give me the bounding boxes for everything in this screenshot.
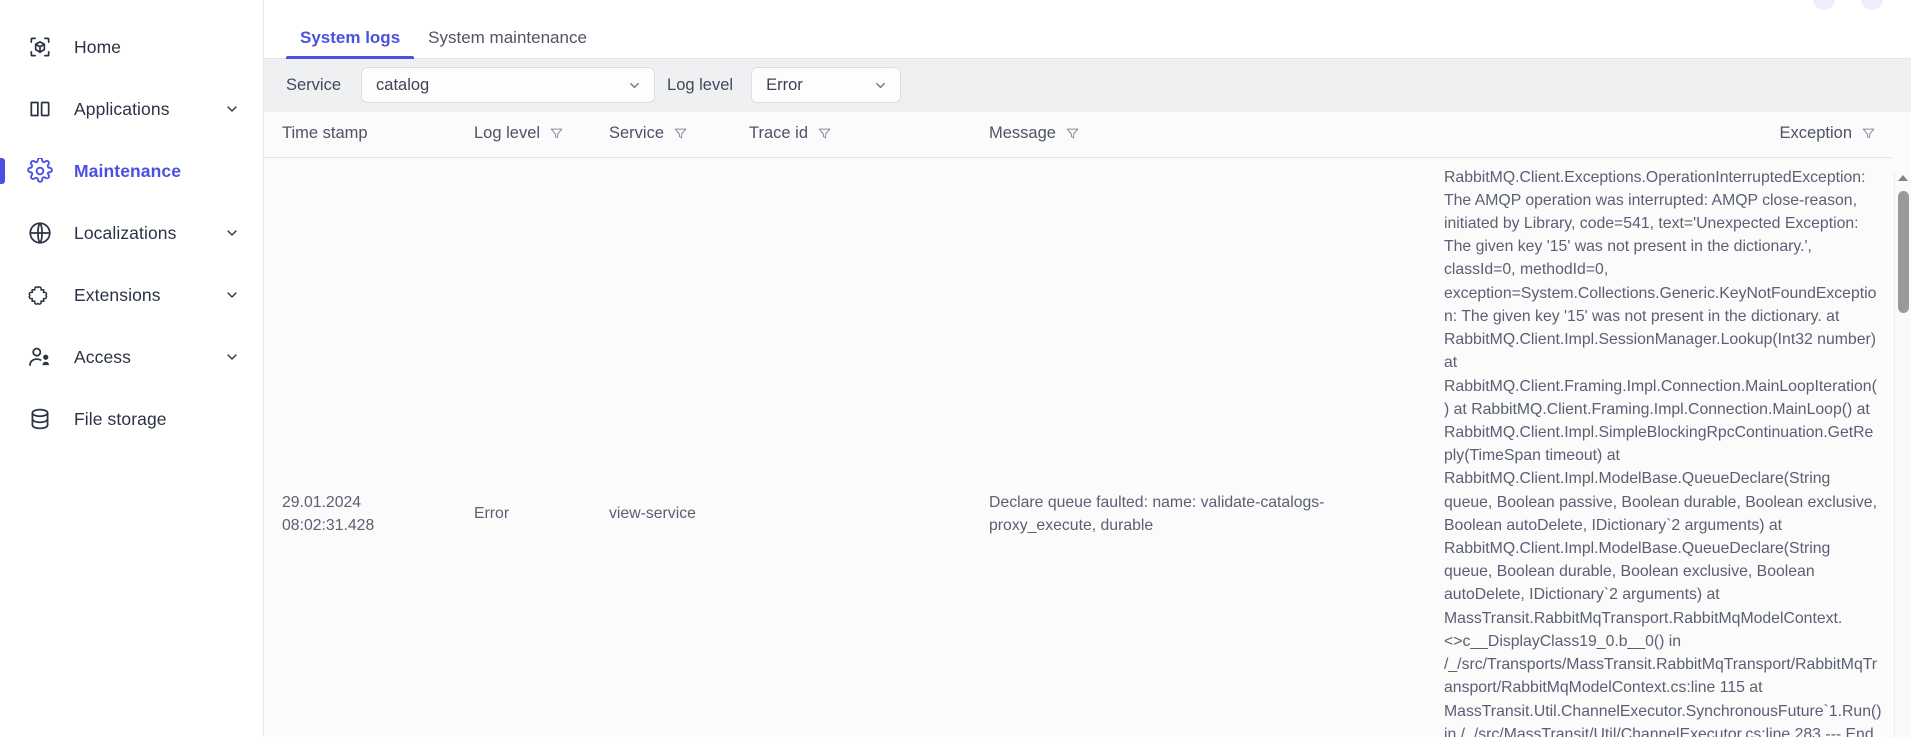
logs-table-body: 29.01.2024 08:02:31.428 Error view-servi… [264,157,1892,737]
cell-message: Declare queue faulted: name: validate-ca… [989,493,1325,534]
tab-bar: System logs System maintenance [264,11,1911,59]
table-header-row: Time stamp Log level Service Trace id Me… [264,111,1892,158]
column-header-message[interactable]: Message [979,111,1434,158]
column-header-label: Exception [1779,123,1852,142]
database-icon [26,405,54,433]
sidebar: Home Applications Maintenance Localizati… [0,0,264,737]
filter-funnel-icon[interactable] [549,126,564,141]
log-level-select-value: Error [766,75,803,94]
sidebar-item-home[interactable]: Home [0,16,263,78]
column-header-label: Log level [474,123,541,142]
cell-log-level: Error [474,505,510,523]
logs-table-container: Time stamp Log level Service Trace id Me… [264,111,1911,737]
sidebar-item-label: Localizations [74,222,177,243]
sidebar-item-access[interactable]: Access [0,326,263,388]
top-strip [264,0,1911,12]
globe-icon [26,219,54,247]
avatar[interactable] [1813,0,1835,10]
sidebar-item-label: Maintenance [74,160,182,181]
filter-funnel-icon[interactable] [817,126,832,141]
gear-icon [26,157,54,185]
column-header-label: Message [989,123,1056,142]
chevron-down-icon[interactable] [223,100,241,118]
cell-exception: RabbitMQ.Client.Exceptions.OperationInte… [1444,168,1882,737]
logs-table-head: Time stamp Log level Service Trace id Me… [264,111,1892,158]
cell-time-stamp: 29.01.2024 08:02:31.428 [282,493,375,534]
column-header-label: Trace id [749,123,808,142]
chevron-down-icon [627,78,642,93]
applications-icon [26,95,54,123]
service-filter-label: Service [286,75,342,94]
avatar[interactable] [1861,0,1883,10]
app-root: Home Applications Maintenance Localizati… [0,0,1911,737]
sidebar-item-file-storage[interactable]: File storage [0,388,263,450]
column-header-service[interactable]: Service [599,111,739,158]
chevron-down-icon[interactable] [223,348,241,366]
service-select-value: catalog [376,75,430,94]
filter-bar: Service catalog Log level Error [264,58,1911,112]
user-access-icon [26,343,54,371]
sidebar-item-label: Access [74,346,132,367]
vertical-scrollbar[interactable] [1894,172,1911,737]
filter-funnel-icon[interactable] [1861,126,1876,141]
cell-service: view-service [609,505,696,523]
sidebar-item-label: Extensions [74,284,161,305]
log-level-select[interactable]: Error [751,67,902,104]
chevron-down-icon [873,78,888,93]
filter-funnel-icon[interactable] [673,126,688,141]
active-indicator [0,158,5,184]
chevron-down-icon[interactable] [223,224,241,242]
column-header-trace-id[interactable]: Trace id [739,111,979,158]
sidebar-item-applications[interactable]: Applications [0,78,263,140]
cell-trace-id [739,157,979,737]
sidebar-item-label: Applications [74,98,170,119]
service-select[interactable]: catalog [361,67,656,104]
tab-system-maintenance[interactable]: System maintenance [414,29,601,58]
main-content: System logs System maintenance Service c… [264,0,1911,737]
column-header-label: Time stamp [282,123,368,142]
scrollbar-thumb[interactable] [1898,190,1909,313]
scroll-up-arrow-icon[interactable] [1898,174,1908,181]
chevron-down-icon[interactable] [223,286,241,304]
column-header-time-stamp[interactable]: Time stamp [264,111,464,158]
sidebar-item-maintenance[interactable]: Maintenance [0,140,263,202]
cube-scan-icon [26,33,54,61]
puzzle-icon [26,281,54,309]
table-row[interactable]: 29.01.2024 08:02:31.428 Error view-servi… [264,157,1892,737]
sidebar-item-label: File storage [74,408,167,429]
sidebar-item-localizations[interactable]: Localizations [0,202,263,264]
logs-table: Time stamp Log level Service Trace id Me… [264,111,1892,737]
column-header-label: Service [609,123,665,142]
filter-funnel-icon[interactable] [1065,126,1080,141]
header-avatars [1813,0,1883,10]
column-header-exception[interactable]: Exception [1434,111,1892,158]
log-level-filter-label: Log level [667,75,734,94]
tab-system-logs[interactable]: System logs [286,29,415,59]
column-header-log-level[interactable]: Log level [464,111,599,158]
sidebar-item-label: Home [74,36,122,57]
sidebar-item-extensions[interactable]: Extensions [0,264,263,326]
